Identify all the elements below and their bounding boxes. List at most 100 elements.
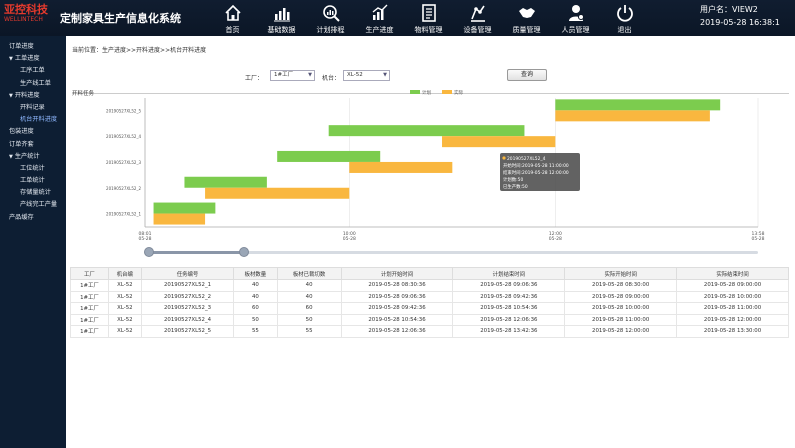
gantt-bar[interactable]: [277, 150, 381, 162]
column-header[interactable]: 任务编号: [140, 267, 235, 280]
gantt-bar[interactable]: [153, 213, 206, 225]
logo-subtext: WELLINTECH: [4, 16, 43, 23]
table-cell: 20190527XL52_3: [140, 302, 235, 315]
tooltip-line: 开始时间:2019-05-28 11:00:00: [503, 162, 569, 169]
nav-item-4[interactable]: 物料管理: [404, 0, 453, 36]
factory-label: 工厂：: [245, 75, 264, 82]
legend-swatch: [410, 90, 420, 94]
table-cell: 1#工厂: [70, 325, 109, 338]
chevron-down-icon: ▼: [308, 72, 312, 78]
task-table: 工厂 机台编 任务编号 板材数量 板材已裁切数 计划开始时间 计划结束时间 实际开始时间 实际结…: [70, 267, 789, 338]
gantt-bar[interactable]: [184, 176, 267, 188]
table-cell: 2019-05-28 12:00:00: [676, 313, 789, 326]
table-cell: 2019-05-28 12:06:36: [452, 313, 566, 326]
gantt-bar[interactable]: [555, 99, 721, 111]
column-header[interactable]: 板材数量: [233, 267, 278, 280]
table-cell: 2019-05-28 10:00:00: [564, 302, 678, 315]
nav-item-7[interactable]: 人员管理: [551, 0, 600, 36]
sidebar-item-label: 工单进度: [14, 55, 40, 63]
progress-chart-icon: [372, 4, 387, 20]
nav-item-0[interactable]: 首页: [208, 0, 257, 36]
table-row[interactable]: 1#工厂 XL-52 20190527XL52_4 50 50 2019-05-28 10…: [70, 313, 789, 326]
nav-item-6[interactable]: 质量管理: [502, 0, 551, 36]
gantt-bar[interactable]: [153, 202, 216, 214]
table-cell: 1#工厂: [70, 302, 109, 315]
table-cell: 40: [276, 279, 342, 292]
table-cell: XL-52: [107, 302, 142, 315]
table-cell: XL-52: [107, 290, 142, 303]
factory-select-value: 1#工厂: [274, 72, 294, 78]
table-cell: 20190527XL52_2: [140, 290, 235, 303]
current-datetime: 2019-05-28 16:38:1: [700, 18, 780, 27]
tooltip-line: 20190527XL52_4: [507, 156, 546, 162]
table-row[interactable]: 1#工厂 XL-52 20190527XL52_2 40 40 2019-05-28 09…: [70, 290, 789, 303]
column-header[interactable]: 工厂: [70, 267, 109, 280]
gantt-bar[interactable]: [205, 187, 350, 199]
sidebar-item-2[interactable]: 工序工单: [0, 65, 66, 77]
column-header[interactable]: 机台编: [107, 267, 142, 280]
zoom-slider-start-handle[interactable]: [144, 247, 154, 257]
sidebar-item-label: 订单进度: [9, 43, 34, 50]
table-cell: 2019-05-28 12:00:00: [564, 325, 678, 338]
table-row[interactable]: 1#工厂 XL-52 20190527XL52_3 60 60 2019-05-28 09…: [70, 302, 789, 315]
y-tick-label: 20190527XL52_4: [106, 134, 141, 139]
document-icon: [421, 4, 436, 22]
table-row[interactable]: 1#工厂 XL-52 20190527XL52_5 55 55 2019-05-28 12…: [70, 325, 789, 338]
machine-select[interactable]: XL-52 ▼: [343, 70, 390, 81]
nav-item-8[interactable]: 退出: [600, 0, 649, 36]
column-header[interactable]: 实际结束时间: [676, 267, 789, 280]
gantt-bar[interactable]: [442, 136, 556, 148]
table-body: 1#工厂 XL-52 20190527XL52_1 40 40 2019-05-28 08…: [70, 279, 789, 338]
tooltip-line: 结束时间:2019-05-28 12:00:00: [503, 169, 569, 176]
table-cell: 2019-05-28 11:00:00: [676, 302, 789, 315]
table-cell: 55: [233, 325, 278, 338]
gantt-bar[interactable]: [328, 125, 525, 137]
table-cell: 2019-05-28 13:42:36: [452, 325, 566, 338]
table-cell: 55: [276, 325, 342, 338]
table-cell: 2019-05-28 10:00:00: [676, 290, 789, 303]
legend-label: 实际: [454, 89, 463, 96]
person-icon: [568, 5, 584, 21]
app-window: 亚控科技 WELLINTECH 定制家具生产信息化系统 首页 基础数据 计划排程 生产…: [0, 0, 795, 448]
app-title: 定制家具生产信息化系统: [60, 12, 181, 25]
table-cell: 2019-05-28 09:06:36: [452, 279, 566, 292]
query-button[interactable]: 查询: [507, 69, 547, 81]
power-icon: [616, 5, 633, 22]
column-header[interactable]: 实际开始时间: [564, 267, 678, 280]
table-cell: 2019-05-28 09:42:36: [452, 290, 566, 303]
table-cell: 20190527XL52_5: [140, 325, 235, 338]
column-header[interactable]: 计划开始时间: [340, 267, 454, 280]
home-icon: [224, 4, 241, 21]
nav-item-label: 质量管理: [512, 26, 541, 34]
gantt-bar[interactable]: [555, 110, 710, 122]
chart-title: 开料任务: [72, 89, 95, 97]
breadcrumb: 当前位置：生产进度>>开料进度>>机台开料进度: [72, 47, 207, 54]
sidebar-item-1[interactable]: ▼ 工单进度: [0, 53, 66, 65]
gantt-bar[interactable]: [349, 161, 453, 173]
legend-label: 计划: [422, 89, 431, 96]
x-tick-date: 05-28: [549, 236, 562, 242]
y-tick-label: 20190527XL52_1: [106, 212, 141, 217]
nav-item-3[interactable]: 生产进度: [355, 0, 404, 36]
table-cell: 50: [276, 313, 342, 326]
nav-item-2[interactable]: 计划排程: [306, 0, 355, 36]
table-cell: 2019-05-28 13:30:00: [676, 325, 789, 338]
table-row[interactable]: 1#工厂 XL-52 20190527XL52_1 40 40 2019-05-28 08…: [70, 279, 789, 292]
nav-item-5[interactable]: 设备管理: [453, 0, 502, 36]
factory-select[interactable]: 1#工厂 ▼: [270, 70, 315, 81]
table-cell: 50: [233, 313, 278, 326]
zoom-slider-range[interactable]: [149, 251, 244, 254]
table-cell: 60: [276, 302, 342, 315]
legend-swatch: [442, 90, 452, 94]
column-header[interactable]: 计划结束时间: [452, 267, 566, 280]
column-header[interactable]: 板材已裁切数: [276, 267, 342, 280]
table-cell: 40: [233, 279, 278, 292]
zoom-slider-end-handle[interactable]: [239, 247, 249, 257]
table-cell: 2019-05-28 08:30:36: [340, 279, 454, 292]
user-info: 用户名：VIEW2 2019-05-28 16:38:1: [700, 3, 780, 29]
sidebar-item-0[interactable]: 订单进度: [0, 41, 66, 53]
table-cell: 2019-05-28 11:00:00: [564, 313, 678, 326]
table-cell: 2019-05-28 09:00:00: [564, 290, 678, 303]
nav-item-label: 人员管理: [561, 26, 590, 34]
nav-item-1[interactable]: 基础数据: [257, 0, 306, 36]
